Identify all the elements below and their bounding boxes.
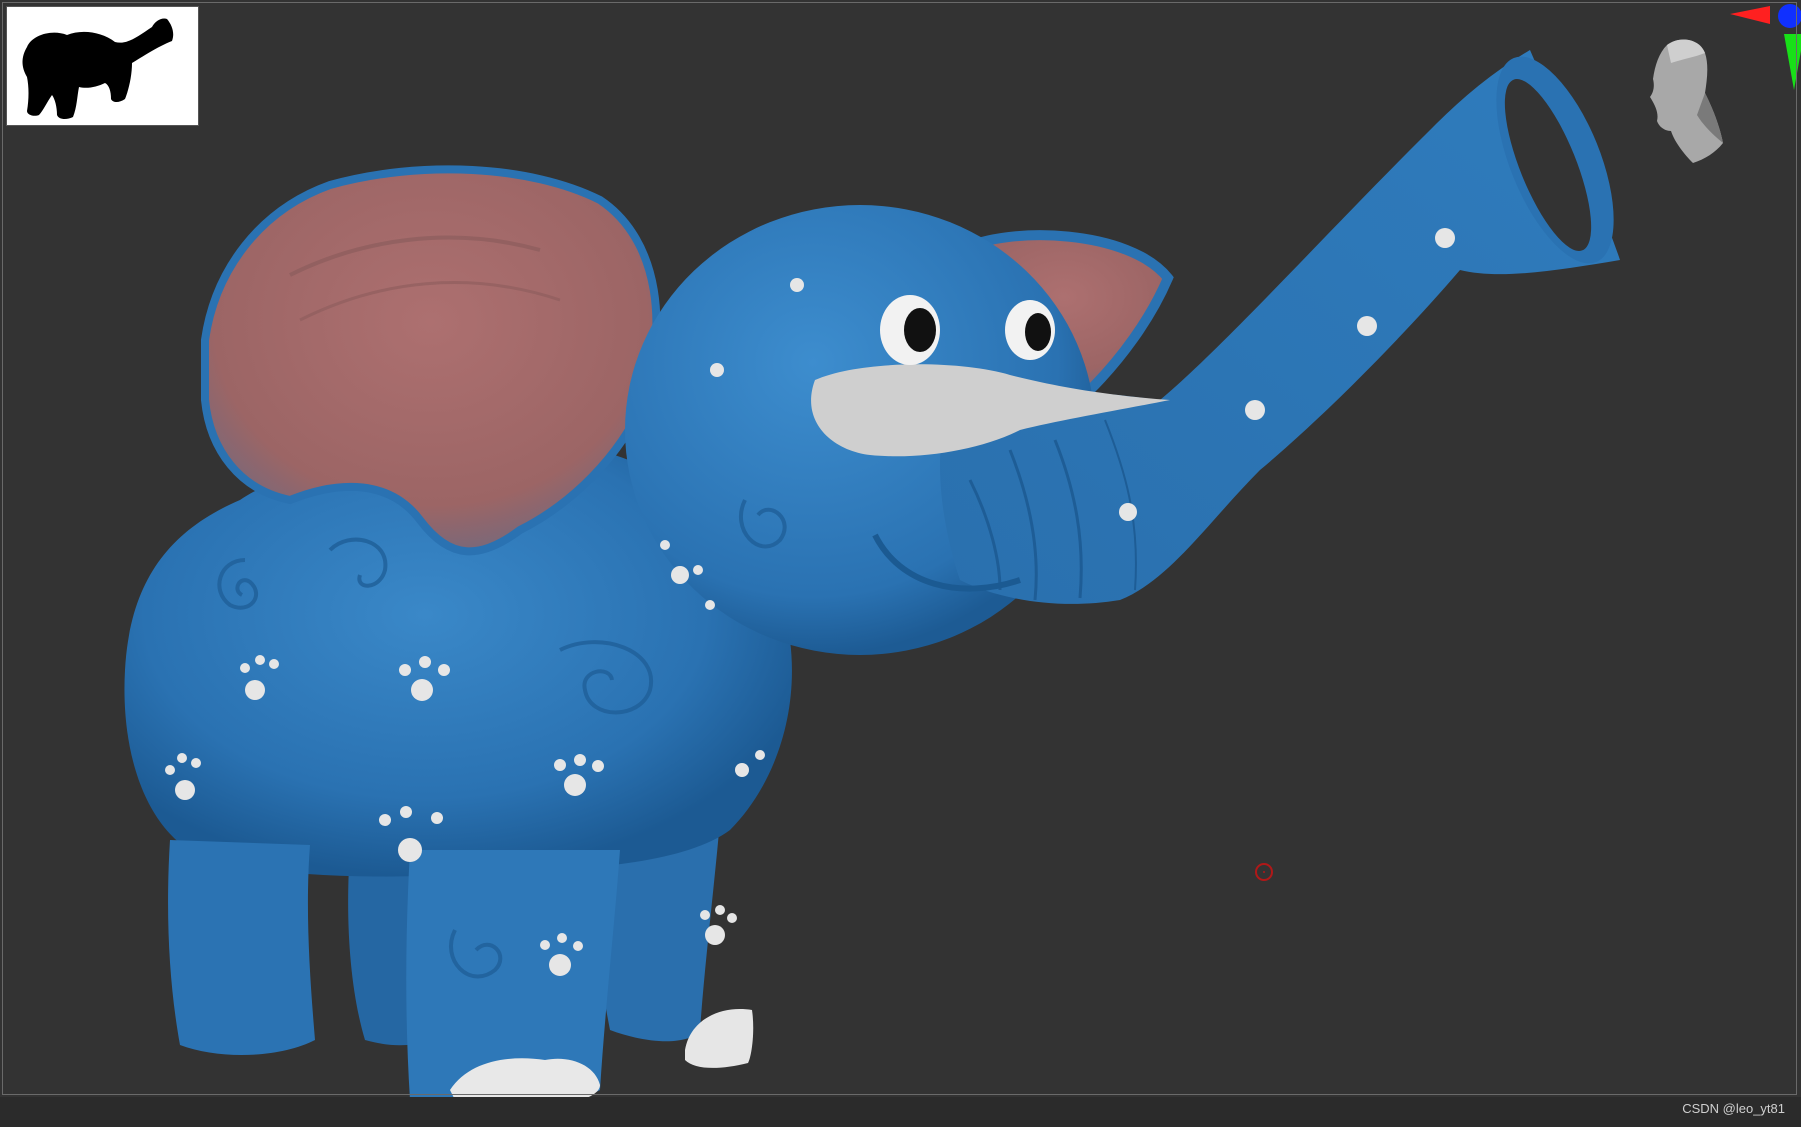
status-strip: [0, 1097, 1801, 1127]
elephant-silhouette-icon: [22, 18, 174, 120]
elephant-model[interactable]: [0, 0, 1801, 1127]
z-axis-dot: [1778, 4, 1801, 28]
x-axis-arrow: [1730, 6, 1770, 24]
y-axis-arrow: [1784, 34, 1801, 90]
axis-gizmo-icon[interactable]: [1710, 0, 1801, 100]
model-thumbnail[interactable]: [6, 6, 199, 126]
brush-cursor-icon: [1255, 863, 1273, 881]
watermark-text: CSDN @leo_yt81: [1682, 1101, 1785, 1116]
3d-viewport[interactable]: [0, 0, 1801, 1127]
